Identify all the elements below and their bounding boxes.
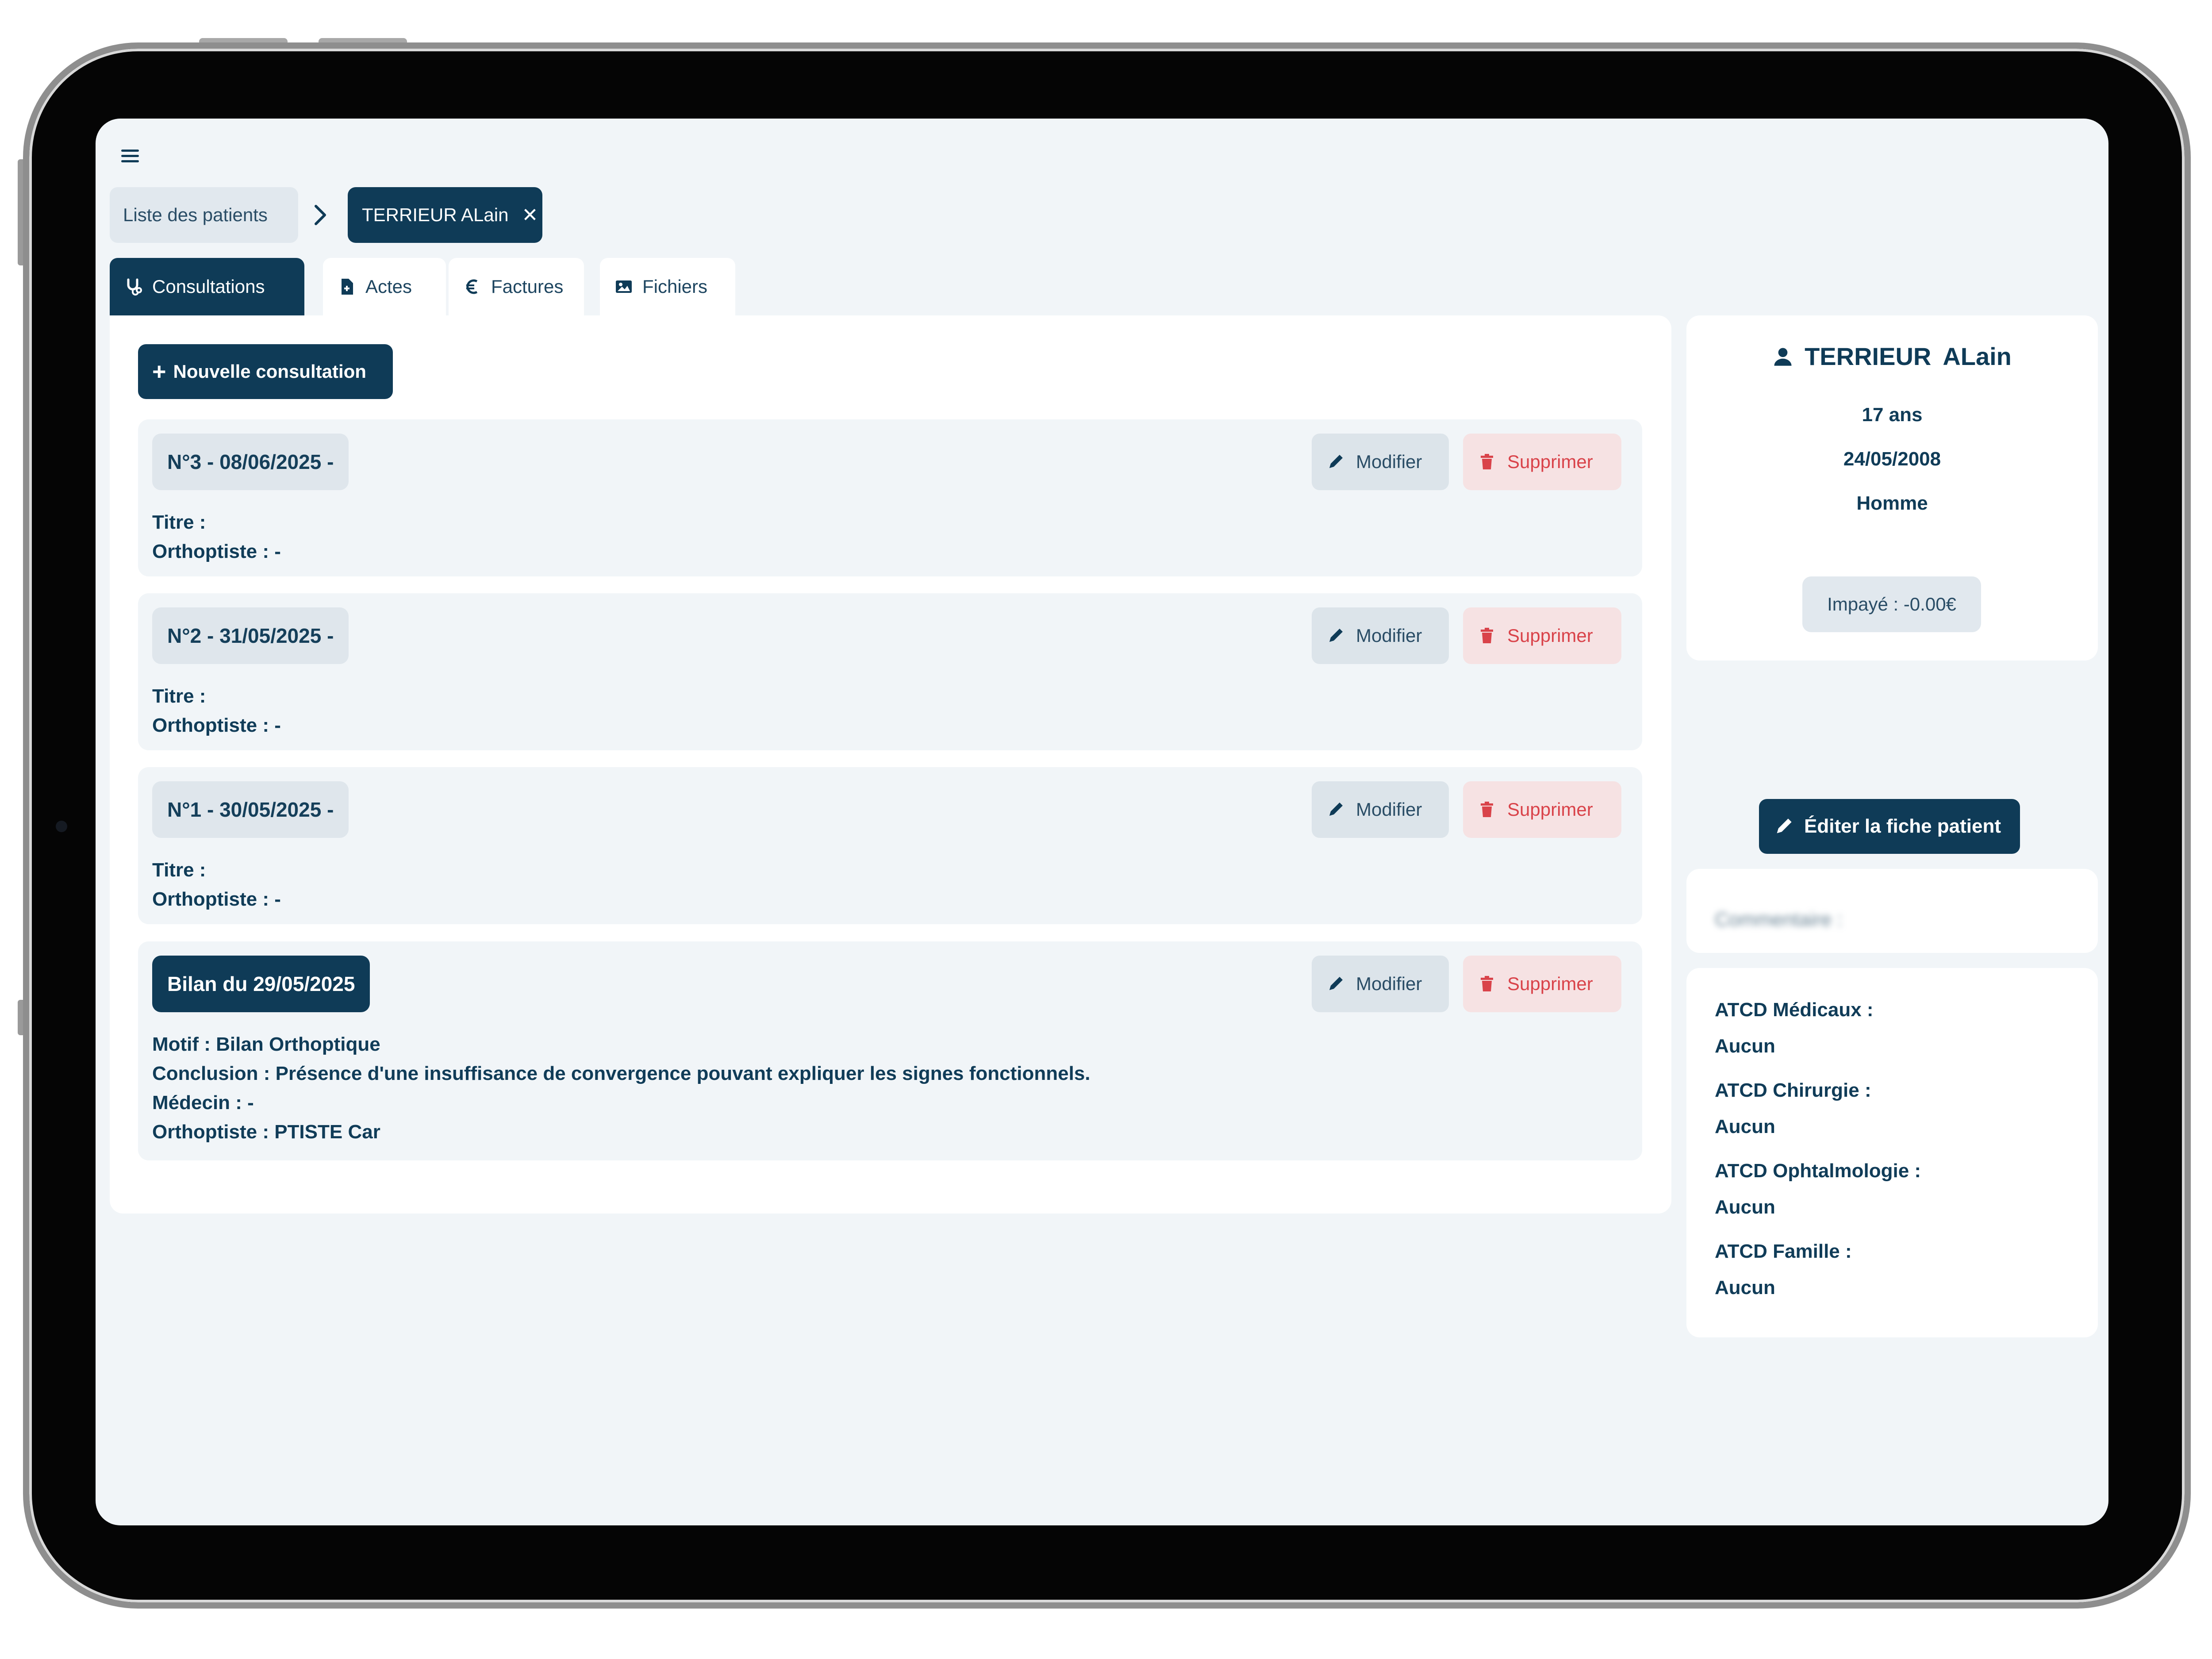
trash-icon	[1481, 976, 1493, 991]
tab-actes-label: Actes	[365, 276, 412, 297]
assessment-conclusion-line: Conclusion : Présence d'une insuffisance…	[152, 1063, 1091, 1084]
delete-label: Supprimer	[1507, 973, 1593, 994]
pencil-icon	[1777, 818, 1792, 833]
consultation-title-line: Titre :	[152, 859, 206, 881]
patient-birth-date: 24/05/2008	[1843, 448, 1941, 470]
tab-actes[interactable]: Actes	[323, 258, 446, 315]
atcd-medical-value: Aucun	[1715, 1035, 1775, 1057]
trash-icon	[1481, 454, 1493, 469]
atcd-medical-label: ATCD Médicaux :	[1715, 999, 1874, 1021]
breadcrumb-current-patient[interactable]: TERRIEUR ALain ✕	[348, 187, 542, 243]
modify-label: Modifier	[1356, 973, 1422, 994]
consultation-label[interactable]: N°3 - 08/06/2025 -	[152, 434, 349, 490]
breadcrumb-patient-list-label: Liste des patients	[123, 204, 268, 225]
assessment-reason-line: Motif : Bilan Orthoptique	[152, 1033, 380, 1055]
comment-label: Commentaire :	[1715, 909, 1843, 930]
consultation-card: N°1 - 30/05/2025 - Modifier Supprimer Ti…	[138, 767, 1642, 924]
atcd-surgery-value: Aucun	[1715, 1116, 1775, 1137]
modify-button[interactable]: Modifier	[1312, 781, 1449, 838]
app-screen: Liste des patients TERRIEUR ALain ✕ Cons…	[96, 119, 2108, 1525]
plus-icon: +	[152, 358, 166, 385]
new-consultation-button[interactable]: + Nouvelle consultation	[138, 344, 393, 399]
modify-button[interactable]: Modifier	[1312, 434, 1449, 490]
breadcrumb-patient-list[interactable]: Liste des patients	[110, 187, 298, 243]
delete-label: Supprimer	[1507, 451, 1593, 472]
pencil-icon	[1329, 455, 1343, 468]
assessment-label[interactable]: Bilan du 29/05/2025	[152, 956, 370, 1012]
user-icon	[1774, 347, 1792, 366]
tab-consultations-label: Consultations	[152, 276, 265, 297]
assessment-orthoptist-line: Orthoptiste : PTISTE Car	[152, 1121, 380, 1143]
edit-patient-label: Éditer la fiche patient	[1804, 815, 2001, 837]
pencil-icon	[1329, 977, 1343, 990]
euro-icon	[466, 279, 478, 294]
delete-label: Supprimer	[1507, 625, 1593, 646]
delete-button[interactable]: Supprimer	[1463, 607, 1621, 664]
trash-icon	[1481, 628, 1493, 643]
new-consultation-label: Nouvelle consultation	[173, 361, 366, 382]
delete-label: Supprimer	[1507, 799, 1593, 820]
camera-dot	[56, 821, 67, 832]
edit-patient-button[interactable]: Éditer la fiche patient	[1759, 799, 2020, 854]
atcd-ophthalmology-label: ATCD Ophtalmologie :	[1715, 1160, 1921, 1182]
atcd-ophthalmology-value: Aucun	[1715, 1196, 1775, 1218]
consultation-orthoptist-line: Orthoptiste : -	[152, 541, 281, 562]
consultation-title-line: Titre :	[152, 511, 206, 533]
file-icon	[342, 279, 353, 295]
breadcrumb-current-patient-label: TERRIEUR ALain	[362, 204, 509, 225]
modify-label: Modifier	[1356, 799, 1422, 820]
patient-first-name: ALain	[1943, 342, 2012, 370]
modify-label: Modifier	[1356, 451, 1422, 472]
consultation-details: Titre : Orthoptiste : -	[152, 508, 281, 566]
trash-icon	[1481, 802, 1493, 817]
atcd-family-value: Aucun	[1715, 1277, 1775, 1298]
atcd-family-label: ATCD Famille :	[1715, 1240, 1852, 1262]
tab-consultations[interactable]: Consultations	[110, 258, 304, 315]
consultation-orthoptist-line: Orthoptiste : -	[152, 888, 281, 910]
tab-factures-label: Factures	[491, 276, 564, 297]
patient-summary-card: TERRIEUR ALain 17 ans 24/05/2008 Homme I…	[1686, 315, 2098, 661]
tab-fichiers-label: Fichiers	[642, 276, 708, 297]
consultation-details: Titre : Orthoptiste : -	[152, 682, 281, 740]
consultation-details: Titre : Orthoptiste : -	[152, 856, 281, 914]
consultation-label[interactable]: N°1 - 30/05/2025 -	[152, 781, 349, 838]
history-card: ATCD Médicaux : Aucun ATCD Chirurgie : A…	[1686, 968, 2098, 1337]
device-side-button	[18, 1000, 23, 1035]
pencil-icon	[1329, 803, 1343, 816]
consultation-title-line: Titre :	[152, 685, 206, 707]
device-side-button	[18, 159, 23, 265]
chevron-right-icon	[315, 205, 326, 225]
delete-button[interactable]: Supprimer	[1463, 434, 1621, 490]
close-icon[interactable]: ✕	[522, 204, 538, 227]
tab-factures[interactable]: Factures	[449, 258, 584, 315]
consultation-card: N°3 - 08/06/2025 - Modifier Supprimer Ti…	[138, 419, 1642, 576]
consultation-label[interactable]: N°2 - 31/05/2025 -	[152, 607, 349, 664]
consultation-orthoptist-line: Orthoptiste : -	[152, 714, 281, 736]
assessment-details: Motif : Bilan Orthoptique Conclusion : P…	[152, 1030, 1091, 1147]
consultation-card: N°2 - 31/05/2025 - Modifier Supprimer Ti…	[138, 593, 1642, 750]
pencil-icon	[1329, 629, 1343, 642]
patient-age: 17 ans	[1862, 404, 1923, 426]
delete-button[interactable]: Supprimer	[1463, 781, 1621, 838]
atcd-surgery-label: ATCD Chirurgie :	[1715, 1079, 1871, 1101]
patient-last-name: TERRIEUR	[1805, 342, 1932, 370]
patient-sex: Homme	[1856, 492, 1928, 514]
unpaid-badge: Impayé : -0.00€	[1802, 576, 1981, 632]
modify-button[interactable]: Modifier	[1312, 956, 1449, 1012]
delete-button[interactable]: Supprimer	[1463, 956, 1621, 1012]
comment-card: Commentaire :	[1686, 869, 2098, 953]
stethoscope-icon	[127, 278, 142, 296]
patient-name: TERRIEUR ALain	[1686, 342, 2098, 371]
hamburger-menu-icon[interactable]	[121, 147, 139, 165]
tab-fichiers[interactable]: Fichiers	[600, 258, 735, 315]
image-icon	[616, 280, 632, 293]
modify-label: Modifier	[1356, 625, 1422, 646]
assessment-card: Bilan du 29/05/2025 Modifier Supprimer M…	[138, 941, 1642, 1160]
assessment-doctor-line: Médecin : -	[152, 1092, 254, 1114]
modify-button[interactable]: Modifier	[1312, 607, 1449, 664]
